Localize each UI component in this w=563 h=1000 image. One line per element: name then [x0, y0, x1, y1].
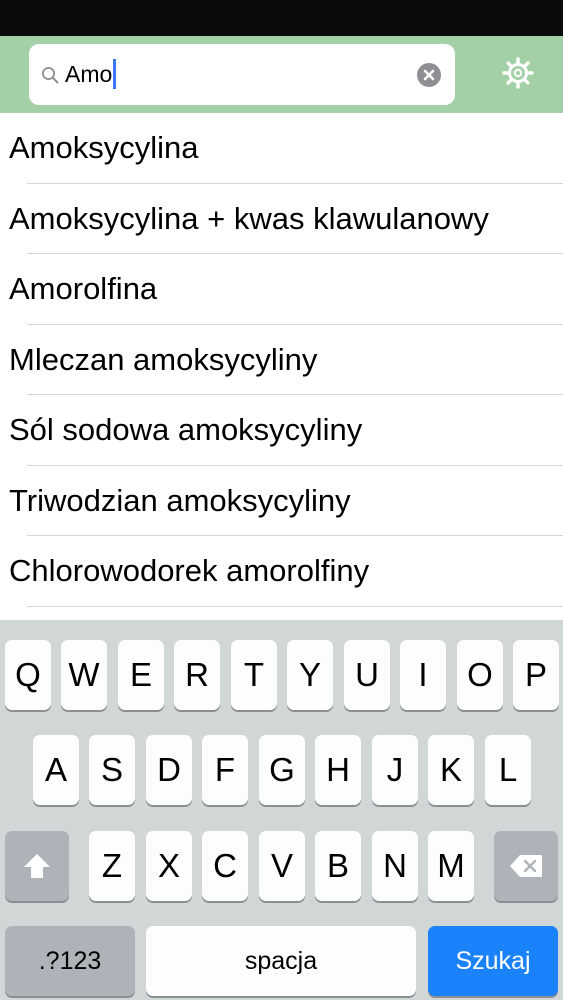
result-label: Triwodzian amoksycyliny [9, 482, 351, 518]
key-o[interactable]: O [457, 640, 503, 710]
result-item[interactable]: Mleczan amoksycyliny [0, 325, 563, 396]
search-query: Amo [65, 61, 113, 87]
key-d[interactable]: D [146, 735, 192, 805]
search-input[interactable]: Amo [65, 44, 117, 105]
result-label: Mleczan amoksycyliny [9, 341, 318, 377]
result-item[interactable]: Triwodzian amoksycyliny [0, 466, 563, 537]
keyboard: Q W E R T Y U I O P A S D F G H J K L Z … [0, 620, 563, 1000]
clear-icon [423, 69, 435, 81]
result-label: Amoksycylina [9, 130, 199, 165]
space-key[interactable]: spacja [146, 926, 416, 996]
key-x[interactable]: X [146, 831, 192, 901]
key-w[interactable]: W [61, 640, 107, 710]
key-e[interactable]: E [118, 640, 164, 710]
shift-key[interactable] [5, 831, 69, 901]
result-item[interactable]: Amoksycylina + kwas klawulanowy [0, 184, 563, 255]
result-item[interactable]: Chlorowodorek amorolfiny [0, 536, 563, 607]
search-icon [42, 67, 59, 84]
key-v[interactable]: V [259, 831, 305, 901]
result-label: Amoksycylina + kwas klawulanowy [9, 200, 489, 236]
backspace-icon [510, 855, 542, 877]
result-item[interactable]: Sól sodowa amoksycyliny [0, 395, 563, 466]
key-l[interactable]: L [485, 735, 531, 805]
status-bar [0, 0, 563, 36]
key-f[interactable]: F [202, 735, 248, 805]
key-b[interactable]: B [315, 831, 361, 901]
search-field[interactable]: Amo [29, 44, 455, 105]
key-t[interactable]: T [231, 640, 277, 710]
numbers-key[interactable]: .?123 [5, 926, 135, 996]
key-j[interactable]: J [372, 735, 418, 805]
key-k[interactable]: K [428, 735, 474, 805]
shift-arrow-icon [24, 854, 50, 878]
settings-button[interactable] [500, 55, 536, 91]
result-label: Amorolfina [9, 271, 158, 306]
key-a[interactable]: A [33, 735, 79, 805]
key-r[interactable]: R [174, 640, 220, 710]
key-c[interactable]: C [202, 831, 248, 901]
clear-search-button[interactable] [417, 63, 441, 87]
key-p[interactable]: P [513, 640, 559, 710]
key-z[interactable]: Z [89, 831, 135, 901]
backspace-key[interactable] [494, 831, 558, 901]
key-g[interactable]: G [259, 735, 305, 805]
text-cursor [113, 58, 117, 89]
gear-icon [502, 57, 534, 89]
result-label: Chlorowodorek amorolfiny [9, 553, 370, 588]
key-i[interactable]: I [400, 640, 446, 710]
key-n[interactable]: N [372, 831, 418, 901]
result-label: Sól sodowa amoksycyliny [9, 412, 363, 447]
key-q[interactable]: Q [5, 640, 51, 710]
search-header: Amo [0, 36, 563, 113]
result-item[interactable]: Amorolfina [0, 254, 563, 325]
key-y[interactable]: Y [287, 640, 333, 710]
key-m[interactable]: M [428, 831, 474, 901]
result-item[interactable]: Amoksycylina [0, 113, 563, 184]
results-list: Amoksycylina Amoksycylina + kwas klawula… [0, 113, 563, 607]
key-h[interactable]: H [315, 735, 361, 805]
key-u[interactable]: U [344, 640, 390, 710]
key-s[interactable]: S [89, 735, 135, 805]
search-key[interactable]: Szukaj [428, 926, 558, 996]
